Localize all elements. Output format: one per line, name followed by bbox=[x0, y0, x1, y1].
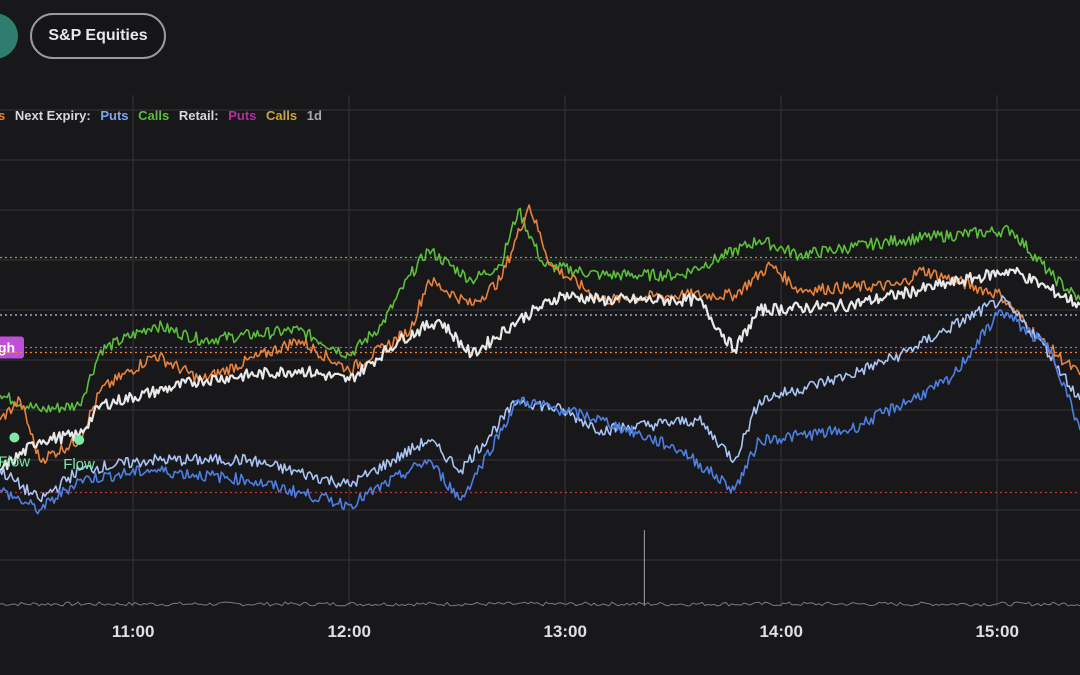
flow-label: Flow bbox=[0, 454, 30, 471]
flow-label: Flow bbox=[63, 456, 95, 473]
level-badge bbox=[0, 336, 24, 359]
x-tick-label: 13:00 bbox=[543, 622, 586, 641]
flow-marker bbox=[9, 432, 20, 443]
legend-lead[interactable]: s bbox=[0, 108, 5, 123]
series-line-total bbox=[0, 266, 1080, 472]
avatar[interactable] bbox=[0, 13, 18, 59]
legend-next-expiry-calls[interactable]: Calls bbox=[138, 108, 169, 123]
x-tick-label: 14:00 bbox=[759, 622, 802, 641]
legend-next-expiry-puts[interactable]: Puts bbox=[100, 108, 128, 123]
sp-equities-button[interactable]: S&P Equities bbox=[30, 13, 166, 59]
legend-retail: Retail: bbox=[178, 108, 219, 123]
legend: s Next Expiry: Puts Calls Retail: Puts C… bbox=[0, 108, 328, 123]
level-label: gh bbox=[0, 340, 15, 356]
series-line-next-expiry-calls bbox=[0, 207, 1080, 413]
x-tick-label: 12:00 bbox=[327, 622, 370, 641]
series-line-puts bbox=[0, 309, 1080, 515]
series-line-next-expiry-puts bbox=[0, 295, 1080, 503]
series-line-calls bbox=[0, 204, 1080, 464]
legend-next-expiry: Next Expiry: bbox=[14, 108, 91, 123]
x-tick-label: 11:00 bbox=[112, 622, 155, 641]
legend-period[interactable]: 1d bbox=[307, 108, 322, 123]
flow-marker bbox=[74, 435, 85, 445]
line-chart[interactable]: 11:00 12:00 13:00 14:00 15:00 gh Flow Flow bbox=[0, 0, 1080, 675]
x-tick-label: 15:00 bbox=[975, 622, 1018, 641]
legend-retail-puts[interactable]: Puts bbox=[228, 108, 256, 123]
volume-bars bbox=[0, 601, 1080, 607]
legend-retail-calls[interactable]: Calls bbox=[266, 108, 297, 123]
